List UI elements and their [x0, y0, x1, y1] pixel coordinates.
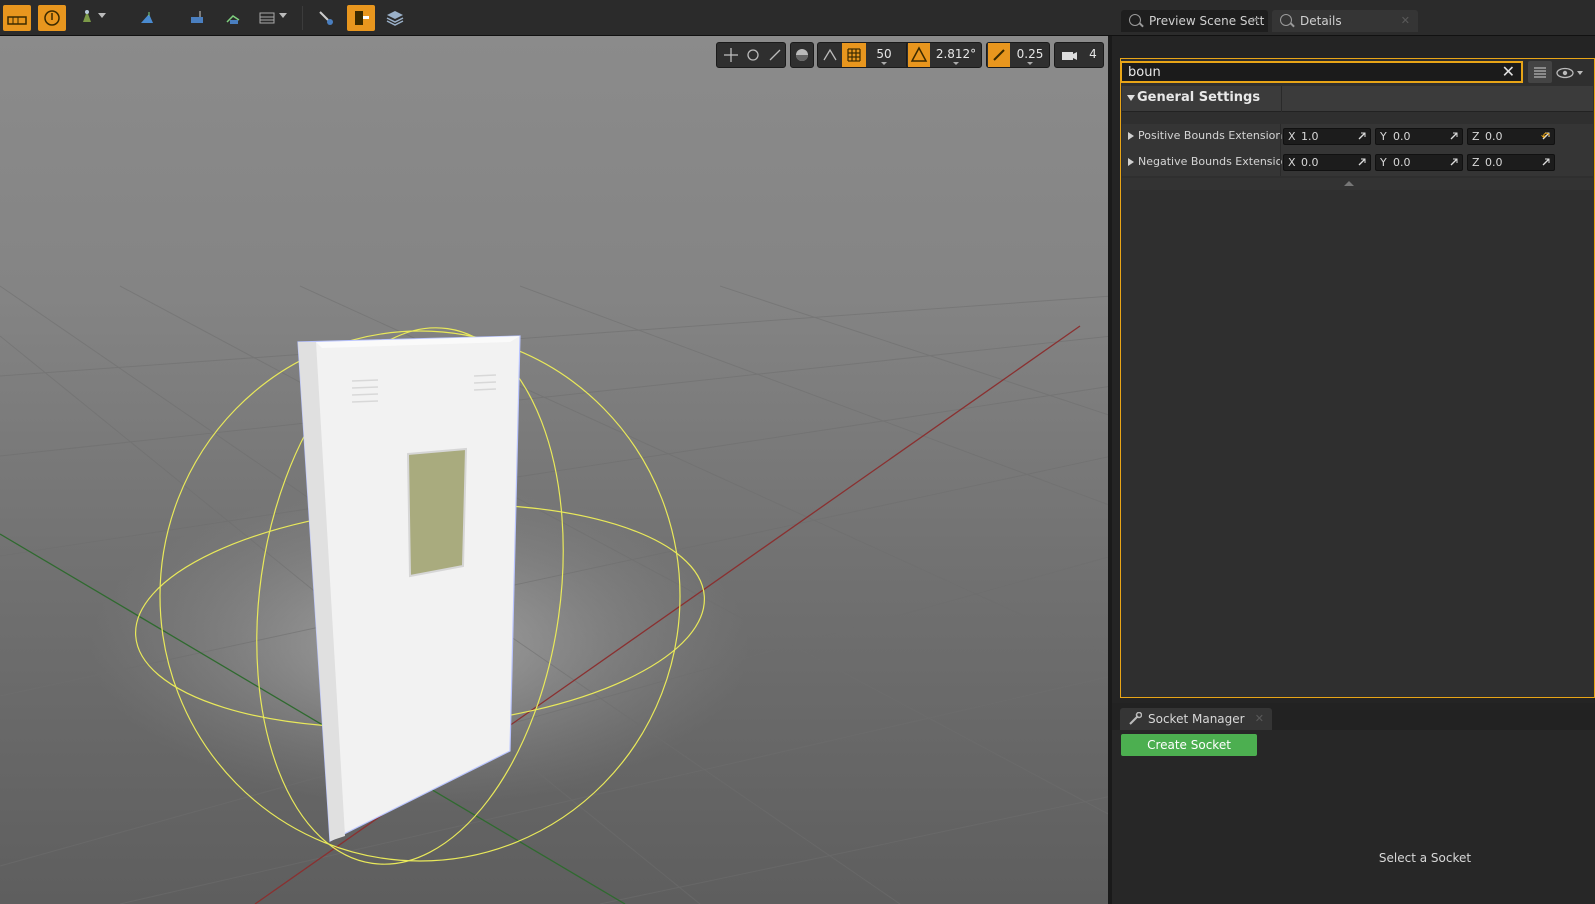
- category-label: General Settings: [1137, 90, 1261, 105]
- close-icon[interactable]: ✕: [1251, 10, 1260, 32]
- preview-viewport[interactable]: 50 2.812° 0.25 4: [0, 36, 1112, 904]
- expand-arrow-icon[interactable]: [1128, 132, 1134, 140]
- clear-search-icon[interactable]: ✕: [1502, 63, 1515, 81]
- rotate-icon[interactable]: [743, 43, 763, 67]
- grid-snap-icon[interactable]: [842, 43, 866, 67]
- move-icon[interactable]: [721, 43, 741, 67]
- drag-handle-icon[interactable]: [1450, 158, 1458, 166]
- reset-to-default-icon[interactable]: ↶: [1541, 130, 1550, 143]
- property-label: Negative Bounds Extension: [1138, 155, 1290, 168]
- socket-manager-content: [1112, 730, 1595, 904]
- drag-handle-icon[interactable]: [1358, 132, 1366, 140]
- bounds-icon[interactable]: [133, 5, 161, 31]
- drag-handle-icon[interactable]: [1542, 158, 1550, 166]
- property-matrix-button[interactable]: [1528, 61, 1552, 83]
- z-value-field[interactable]: Z 0.0: [1467, 154, 1555, 171]
- lod-icon[interactable]: [254, 5, 282, 31]
- y-value-field[interactable]: Y 0.0: [1375, 128, 1463, 145]
- rotation-snap-value[interactable]: 2.812°: [931, 43, 981, 67]
- floor-grid-icon[interactable]: [3, 5, 31, 31]
- chevron-down-icon[interactable]: [279, 13, 287, 18]
- z-axis-label: Z: [1472, 156, 1480, 169]
- column-splitter[interactable]: [1281, 86, 1282, 112]
- z-axis-label: Z: [1472, 130, 1480, 143]
- scale-snap-icon[interactable]: [988, 43, 1010, 67]
- column-splitter[interactable]: [1280, 150, 1281, 176]
- tab-preview-scene-settings[interactable]: Preview Scene Sett ✕: [1121, 10, 1268, 32]
- surface-snap-icon[interactable]: [820, 43, 840, 67]
- realtime-icon[interactable]: [38, 5, 66, 31]
- grid-snap-value[interactable]: 50: [868, 43, 900, 67]
- category-general-settings[interactable]: General Settings: [1122, 86, 1593, 112]
- nav-icon[interactable]: [220, 5, 248, 31]
- close-icon[interactable]: ✕: [1255, 708, 1264, 730]
- y-axis-label: Y: [1380, 130, 1387, 143]
- tab-label: Preview Scene Sett: [1149, 14, 1265, 28]
- x-value-field[interactable]: X 1.0: [1283, 128, 1371, 145]
- close-icon[interactable]: ✕: [1401, 10, 1410, 32]
- wrench-icon: [1129, 712, 1142, 725]
- x-axis-label: X: [1288, 156, 1296, 169]
- z-value: 0.0: [1485, 130, 1503, 143]
- camera-speed-value[interactable]: 4: [1083, 43, 1103, 67]
- drag-handle-icon[interactable]: [1450, 132, 1458, 140]
- x-axis-label: X: [1288, 130, 1296, 143]
- scale-icon[interactable]: [765, 43, 785, 67]
- info-search-icon: [1129, 14, 1141, 26]
- view-options-eye-icon[interactable]: [1556, 65, 1586, 84]
- column-splitter[interactable]: [1280, 124, 1281, 150]
- search-text: boun: [1128, 65, 1161, 80]
- y-value: 0.0: [1393, 130, 1411, 143]
- tab-socket-manager[interactable]: Socket Manager ✕: [1120, 708, 1272, 730]
- tab-details[interactable]: Details ✕: [1272, 10, 1418, 32]
- rotation-snap-group: 2.812°: [906, 42, 982, 68]
- chevron-down-icon[interactable]: [98, 13, 106, 18]
- x-value: 0.0: [1301, 156, 1319, 169]
- info-search-icon: [1280, 14, 1292, 26]
- camera-speed-group: 4: [1054, 42, 1104, 68]
- rotation-snap-icon[interactable]: [908, 43, 930, 67]
- tab-label: Details: [1300, 14, 1342, 28]
- advanced-collapse-bar[interactable]: [1122, 178, 1593, 190]
- show-toggle-icon[interactable]: [73, 5, 101, 31]
- x-value-field[interactable]: X 0.0: [1283, 154, 1371, 171]
- z-value: 0.0: [1485, 156, 1503, 169]
- scale-snap-group: 0.25: [986, 42, 1050, 68]
- expand-arrow-icon[interactable]: [1128, 158, 1134, 166]
- camera-speed-icon[interactable]: [1058, 43, 1080, 67]
- layers-icon[interactable]: [381, 5, 409, 31]
- drag-handle-icon[interactable]: [1358, 158, 1366, 166]
- scene-render: [0, 285, 1112, 904]
- x-value: 1.0: [1301, 130, 1319, 143]
- toolbar-divider: [302, 6, 303, 30]
- scale-snap-value[interactable]: 0.25: [1011, 43, 1049, 67]
- collapse-arrow-icon: [1344, 181, 1354, 186]
- y-axis-label: Y: [1380, 156, 1387, 169]
- y-value: 0.0: [1393, 156, 1411, 169]
- property-label: Positive Bounds Extension: [1138, 129, 1283, 142]
- collision-icon[interactable]: [184, 5, 212, 31]
- orange-active-icon[interactable]: [347, 5, 375, 31]
- details-search-input[interactable]: boun ✕: [1120, 61, 1523, 83]
- tab-label: Socket Manager: [1148, 712, 1245, 726]
- property-row-positive-bounds: Positive Bounds Extension X 1.0 Y 0.0 Z …: [1122, 124, 1593, 150]
- coordinate-space-icon[interactable]: [790, 42, 814, 68]
- expand-arrow-icon: [1127, 95, 1135, 101]
- socket-hint-text: Select a Socket: [1378, 851, 1472, 865]
- property-row-negative-bounds: Negative Bounds Extension X 0.0 Y 0.0 Z …: [1122, 150, 1593, 176]
- y-value-field[interactable]: Y 0.0: [1375, 154, 1463, 171]
- socket-tool-icon[interactable]: [312, 5, 340, 31]
- transform-tools: [716, 42, 786, 68]
- create-socket-button[interactable]: Create Socket: [1121, 734, 1257, 756]
